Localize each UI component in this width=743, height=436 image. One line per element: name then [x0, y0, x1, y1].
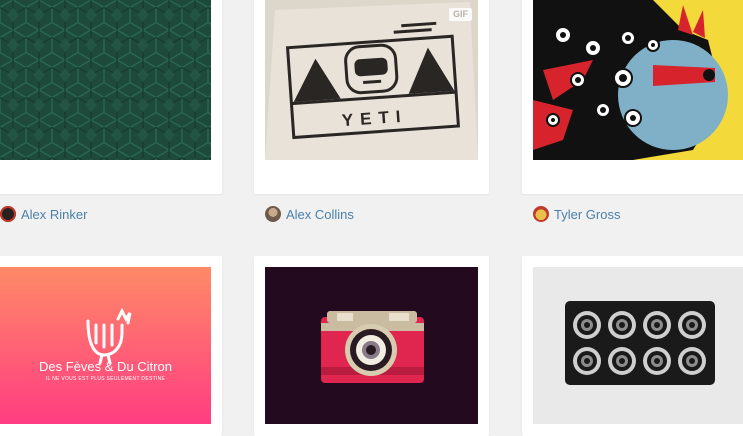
shot-thumbnail-yeti[interactable]: YETI GIF — [265, 0, 478, 160]
monster-illustration — [533, 0, 743, 160]
bearing-ring — [689, 358, 695, 364]
brand-tagline: IL NE VOUS EST PLUS SEULEMENT DESTINÉ — [45, 376, 166, 382]
bearings-box-illustration — [565, 301, 715, 385]
author-byline[interactable]: Alex Collins — [265, 204, 354, 224]
shot-thumbnail-bearings[interactable] — [533, 267, 743, 424]
bearing-ring — [654, 358, 660, 364]
shot-thumbnail-pattern[interactable] — [0, 0, 211, 160]
green-geometric-pattern — [0, 0, 211, 160]
gif-badge: GIF — [449, 8, 472, 21]
author-byline[interactable]: Alex Rinker — [0, 204, 87, 224]
shot-thumbnail-rooster-logo[interactable]: Des Fèves & Du Citron IL NE VOUS EST PLU… — [0, 267, 211, 424]
bearing-ring — [619, 358, 625, 364]
author-name[interactable]: Alex Rinker — [21, 207, 87, 222]
rooster-logo-icon — [86, 307, 132, 365]
photo-avatar-icon — [265, 206, 281, 222]
shot-thumbnail-monster[interactable] — [533, 0, 743, 160]
author-byline[interactable]: Tyler Gross — [533, 204, 620, 224]
red-emblem-avatar-icon — [0, 206, 16, 222]
illustrated-avatar-icon — [533, 206, 549, 222]
bearing-ring — [584, 358, 590, 364]
brand-title: Des Fèves & Du Citron — [39, 359, 172, 374]
bearing-ring — [654, 322, 660, 328]
author-name[interactable]: Alex Collins — [286, 207, 354, 222]
shot-thumbnail-camera[interactable] — [265, 267, 478, 424]
bearing-ring — [584, 322, 590, 328]
author-name[interactable]: Tyler Gross — [554, 207, 620, 222]
yeti-stamp-illustration: YETI — [265, 0, 478, 160]
camera-illustration — [321, 311, 424, 383]
bearing-ring — [689, 322, 695, 328]
bearing-ring — [619, 322, 625, 328]
